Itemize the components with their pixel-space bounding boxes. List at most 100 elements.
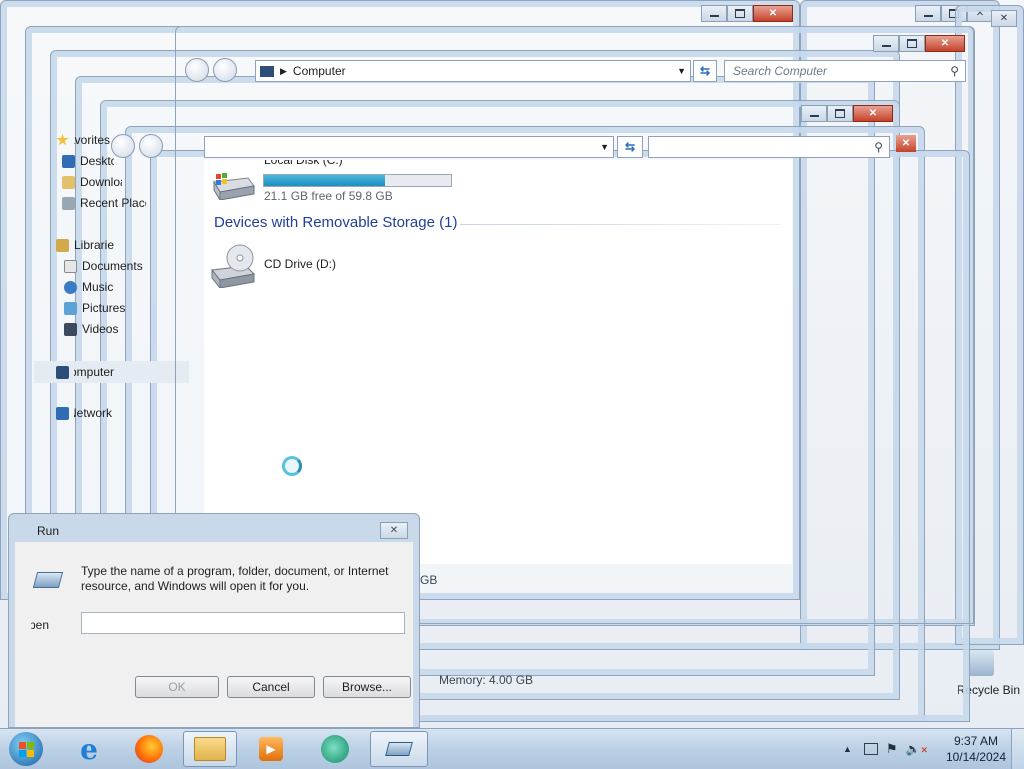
sidebar-label: Computer [74,365,114,379]
internet-explorer-icon: e [80,732,98,766]
windows-explorer-taskbar-button[interactable] [183,731,237,767]
sidebar-label: Videos [82,322,119,336]
drives-list: Local Disk (C:) 21.1 GB free of 59.8 GB … [204,160,792,564]
ok-button[interactable]: OK [135,676,219,698]
sidebar-label: Downloads [80,175,122,189]
chevron-down-icon[interactable]: ▼ [677,66,690,76]
run-taskbar-button[interactable] [370,731,428,767]
notification-area: ▲ ⚑ 🔈✕ [843,729,928,769]
caption-buttons: ✕ [873,35,965,52]
close-button[interactable]: ✕ [753,5,793,22]
recycle-bin-icon[interactable] [968,650,994,676]
sidebar-label: Favorites [74,133,110,147]
search-box[interactable]: Search Computer ⚲ [724,60,966,82]
local-disk-usage-bar [263,174,452,187]
green-app-icon [321,735,349,763]
open-input[interactable] [81,612,405,634]
cd-drive-name[interactable]: CD Drive (D:) [264,257,336,271]
sidebar-item-desktop[interactable]: Desktop [62,154,114,168]
forward-button[interactable] [213,58,237,82]
volume-muted-icon[interactable]: 🔈✕ [906,742,929,756]
media-player-taskbar-button[interactable]: ▶ [244,731,298,767]
downloads-icon [62,175,75,189]
details-memory: Memory: 4.00 GB [439,673,534,687]
busy-cursor-icon [282,456,302,476]
folder-icon [194,737,226,761]
maximize-button[interactable] [727,5,753,22]
back-button[interactable] [111,134,135,158]
removable-storage-group-header[interactable]: Devices with Removable Storage (1) [214,214,457,231]
sidebar-label: Documents [82,259,143,273]
run-dialog-title: Run [37,524,59,538]
local-disk-icon[interactable] [210,170,256,202]
local-disk-free-space: 21.1 GB free of 59.8 GB [264,189,393,203]
browse-button[interactable]: Browse... [323,676,411,698]
star-icon [56,133,69,146]
sidebar-item-recent-places[interactable]: Recent Places [62,196,146,210]
sidebar-item-documents[interactable]: Documents [64,259,143,273]
sidebar-item-network[interactable]: Network [56,406,112,420]
run-dialog-body: Type the name of a program, folder, docu… [15,542,413,727]
system-clock[interactable]: 9:37 AM 10/14/2024 [946,733,1006,765]
minimize-button[interactable] [915,5,941,22]
sidebar-label: Libraries [74,238,114,252]
documents-icon [64,259,77,273]
search-input[interactable]: Search Computer [725,64,950,78]
forward-button[interactable] [139,134,163,158]
libraries-icon [56,238,69,252]
breadcrumb-computer[interactable]: Computer [293,64,677,78]
run-icon [385,742,413,756]
recent-places-icon [62,196,75,210]
cancel-button[interactable]: Cancel [227,676,315,698]
close-button[interactable]: ✕ [925,35,965,52]
sidebar-label: Desktop [80,154,114,168]
sidebar-item-pictures[interactable]: Pictures [64,301,126,315]
clock-time: 9:37 AM [953,734,998,748]
breadcrumb-separator-icon: ▶ [280,65,287,76]
run-description: Type the name of a program, folder, docu… [81,564,389,593]
address-bar[interactable]: ▶ Computer ▼ [255,60,691,82]
media-player-icon: ▶ [259,737,283,761]
firefox-taskbar-button[interactable] [122,731,176,767]
firefox-icon [135,735,163,763]
close-button[interactable]: ✕ [991,10,1017,27]
taskbar: e ▶ ▲ ⚑ 🔈✕ 9:37 AM 10/14/2024 [0,728,1024,769]
search-icon: ⚲ [950,64,959,78]
sidebar-item-videos[interactable]: Videos [64,322,118,336]
desktop-icon [62,154,75,168]
local-disk-name[interactable]: Local Disk (C:) [264,160,343,170]
pictures-icon [64,301,77,315]
action-center-flag-icon[interactable]: ⚑ [886,741,898,757]
sidebar-item-music[interactable]: Music [64,280,113,294]
network-icon[interactable] [863,743,878,755]
start-button[interactable] [0,731,52,767]
run-dialog: Run ✕ Type the name of a program, folder… [8,513,420,728]
sidebar-item-downloads[interactable]: Downloads [62,175,122,189]
group-divider [460,224,780,225]
sidebar-label: Recent Places [80,196,146,210]
sidebar-favorites[interactable]: Favorites [56,133,110,147]
app-taskbar-button[interactable] [308,731,362,767]
open-label: Open: [31,618,49,632]
caption-buttons: ✕ [701,5,793,22]
internet-explorer-taskbar-button[interactable]: e [62,731,116,767]
local-disk-usage-fill [264,175,385,186]
back-button[interactable] [185,58,209,82]
maximize-button[interactable] [899,35,925,52]
videos-icon [64,322,77,336]
show-hidden-icons-icon[interactable]: ▲ [843,744,852,754]
caption-buttons: ✕ [991,10,1017,27]
sidebar-item-computer[interactable]: Computer [34,361,189,383]
minimize-button[interactable] [873,35,899,52]
cd-drive-icon[interactable] [210,244,256,290]
show-desktop-button[interactable] [1011,729,1024,769]
minimize-button[interactable] [701,5,727,22]
refresh-button[interactable]: ⇆ [693,60,717,82]
computer-icon [260,65,274,77]
network-icon [56,406,69,420]
close-button[interactable]: ✕ [380,522,408,539]
sidebar-item-libraries[interactable]: Libraries [56,238,114,252]
run-program-icon [32,572,64,588]
sidebar-label: Network [74,406,112,420]
computer-icon [56,365,69,379]
